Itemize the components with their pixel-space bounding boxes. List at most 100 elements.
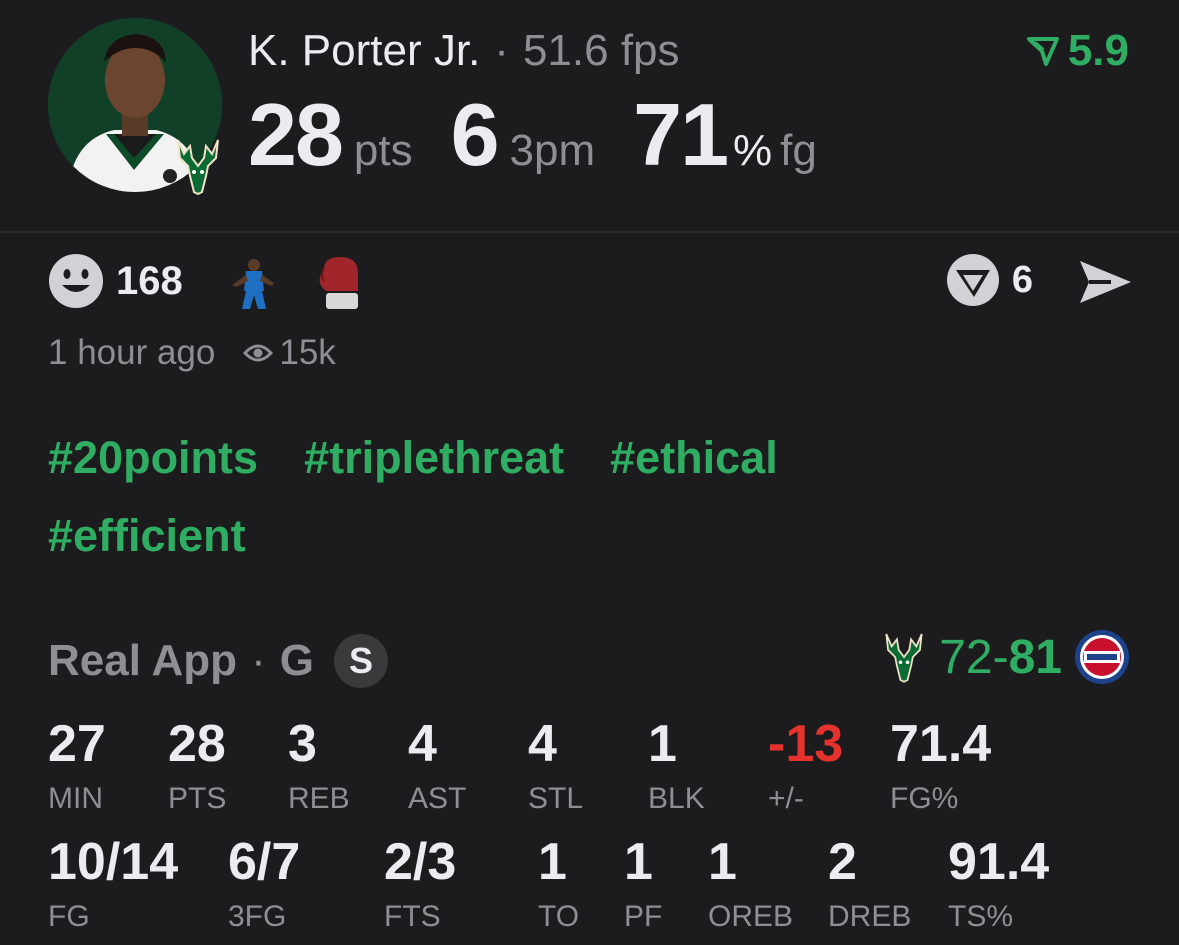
points-unit: pts [353, 126, 413, 175]
stat-label: +/- [768, 782, 804, 815]
bucks-logo-icon [885, 633, 923, 683]
stat-value: 71.4 [890, 715, 992, 773]
hashtag[interactable]: #efficient [48, 510, 246, 562]
stat-reb: 3 REB [288, 718, 350, 816]
hashtag[interactable]: #triplethreat [304, 432, 564, 484]
stat-label: TS% [948, 900, 1014, 933]
post-meta: 1 hour ago 15k [48, 333, 336, 373]
rating-value: 5.9 [1067, 26, 1129, 75]
hashtags: #20points #triplethreat #ethical #efficient [48, 432, 1048, 588]
source-line: Real App · G S [48, 634, 388, 688]
stat-stl: 4 STL [528, 718, 583, 816]
fg-value: 71 [633, 85, 729, 184]
stat-value: 4 [528, 715, 557, 773]
stat-value: 4 [408, 715, 437, 773]
player-sticker-icon[interactable] [228, 255, 282, 311]
stat-value: 1 [648, 715, 677, 773]
trend-down-icon [1026, 37, 1059, 66]
starter-badge: S [333, 634, 388, 688]
position: G [279, 636, 314, 685]
stat-plus-minus: -13 +/- [768, 718, 843, 816]
stat-label: PTS [168, 782, 227, 815]
stat-label: PF [624, 900, 663, 933]
stat-label: FG% [890, 782, 959, 815]
stat-value: 2 [828, 833, 857, 891]
view-count-value: 15k [279, 333, 336, 372]
threes-unit: 3pm [509, 126, 596, 175]
stat-label: BLK [648, 782, 705, 815]
threes-value: 6 [450, 85, 500, 184]
hashtag[interactable]: #20points [48, 432, 258, 484]
stat-fts: 2/3 FTS [384, 836, 456, 934]
send-icon [1080, 261, 1131, 303]
stat-ts-pct: 91.4 TS% [948, 836, 1049, 934]
stat-dreb: 2 DREB [828, 836, 911, 934]
post-header: K. Porter Jr. · 51.6 fps 5.9 28 pts 6 3pm … [0, 0, 1179, 232]
stat-label: OREB [708, 900, 794, 933]
stat-label: FTS [384, 900, 441, 933]
post-card: K. Porter Jr. · 51.6 fps 5.9 28 pts 6 3pm … [0, 0, 1179, 945]
stat-to: 1 TO [538, 836, 579, 934]
stat-label: MIN [48, 782, 103, 815]
stat-pf: 1 PF [624, 836, 662, 934]
share-button[interactable] [1077, 257, 1133, 312]
stat-value: 91.4 [948, 833, 1050, 891]
headline-stats: 28 pts 6 3pm 71 % fg [248, 84, 817, 186]
points-value: 28 [248, 85, 344, 184]
score-text: 72-81 [939, 630, 1062, 685]
stat-blk: 1 BLK [648, 718, 705, 816]
stat-label: REB [288, 782, 350, 815]
game-score[interactable]: 72-81 [881, 628, 1130, 686]
opponent-score: 81 [1008, 630, 1062, 684]
stat-label: STL [528, 782, 584, 815]
stat-3fg: 6/7 3FG [228, 836, 300, 934]
separator-dot: · [494, 26, 509, 75]
reaction-button[interactable]: 168 [48, 253, 183, 309]
stat-fg: 10/14 FG [48, 836, 178, 934]
stat-oreb: 1 OREB [708, 836, 793, 934]
stat-value: -13 [768, 715, 844, 773]
source-name[interactable]: Real App [48, 636, 237, 686]
comment-count: 6 [1011, 258, 1033, 301]
stat-label: FG [48, 900, 90, 933]
stat-value: 3 [288, 715, 317, 773]
score-dash: - [992, 630, 1009, 684]
stat-label: TO [538, 900, 580, 933]
fg-unit: fg [780, 126, 817, 175]
rating[interactable]: 5.9 [1026, 26, 1129, 76]
stat-label: AST [408, 782, 467, 815]
game-row: Real App · G S 72-81 [48, 628, 1130, 690]
fg-percent-sign: % [733, 126, 773, 175]
fps-value: 51.6 fps [522, 26, 680, 75]
bucks-logo-icon [172, 136, 224, 196]
actions-row: 168 6 [48, 253, 1133, 313]
player-name-line: K. Porter Jr. · 51.6 fps [248, 26, 680, 76]
stat-value: 1 [538, 833, 567, 891]
stat-value: 28 [168, 715, 226, 773]
stat-value: 6/7 [228, 833, 301, 891]
stat-label: 3FG [228, 900, 287, 933]
stat-fg-pct: 71.4 FG% [890, 718, 991, 816]
stat-value: 27 [48, 715, 106, 773]
team-score: 72 [939, 630, 993, 684]
stat-value: 1 [624, 833, 653, 891]
header-divider [0, 231, 1179, 233]
eye-icon [243, 344, 274, 362]
post-time: 1 hour ago [48, 333, 216, 372]
stat-value: 10/14 [48, 833, 179, 891]
stat-ast: 4 AST [408, 718, 466, 816]
view-count: 15k [243, 333, 336, 373]
stat-min: 27 MIN [48, 718, 106, 816]
pistons-logo-icon [1075, 630, 1129, 684]
stat-value: 2/3 [384, 833, 457, 891]
player-name[interactable]: K. Porter Jr. [248, 26, 480, 75]
separator-dot: · [251, 636, 266, 685]
hashtag[interactable]: #ethical [610, 432, 778, 484]
stat-label: DREB [828, 900, 912, 933]
stat-value: 1 [708, 833, 737, 891]
comment-badge-icon [946, 254, 999, 306]
reaction-count: 168 [116, 258, 183, 303]
boxing-glove-icon[interactable] [316, 255, 362, 311]
smiley-icon [49, 254, 103, 308]
comments-button[interactable]: 6 [946, 253, 1033, 307]
